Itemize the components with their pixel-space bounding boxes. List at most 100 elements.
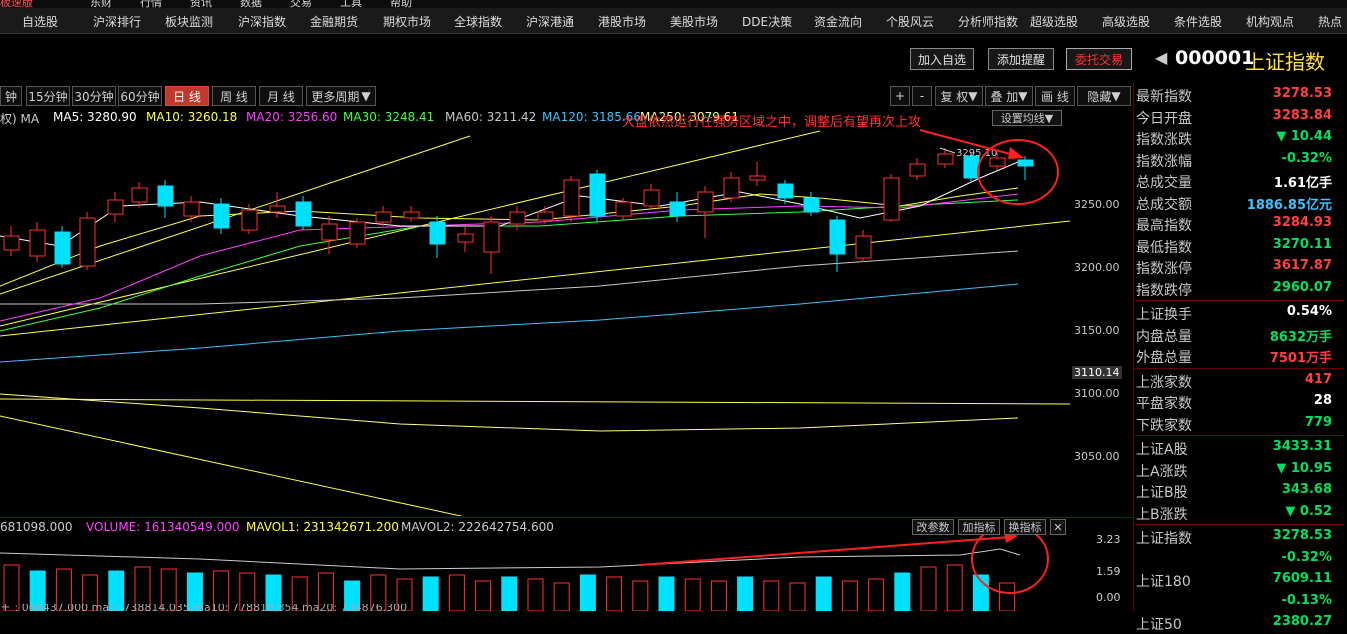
chevron-down-icon: ▼ — [1018, 89, 1028, 103]
add-watchlist-button[interactable]: 加入自选 — [910, 48, 974, 70]
top-strip-item[interactable]: 东财 — [90, 0, 112, 8]
candle[interactable] — [697, 186, 714, 238]
candle[interactable] — [183, 196, 200, 222]
top-strip-brand: 板速版 — [0, 0, 33, 8]
switch-indicator-button[interactable]: 换指标 — [1004, 519, 1046, 535]
top-strip-item[interactable]: 数据 — [240, 0, 262, 8]
candle[interactable] — [79, 212, 96, 270]
candle[interactable] — [349, 218, 366, 248]
candle[interactable] — [803, 192, 820, 216]
ma-settings-button[interactable]: 设置均线 ▼ — [992, 110, 1062, 126]
menu-item-index[interactable]: 沪深指数 — [238, 13, 286, 30]
volume-bar — [448, 574, 465, 611]
period-30min[interactable]: 30分钟 — [72, 86, 116, 106]
top-strip-item[interactable]: 工具 — [340, 0, 362, 8]
candle[interactable] — [937, 148, 954, 168]
candle[interactable] — [909, 158, 926, 180]
add-indicator-button[interactable]: 加指标 — [958, 519, 1000, 535]
quote-row: 上证换手 0.54% — [1134, 302, 1344, 323]
menu-item-hk[interactable]: 港股市场 — [598, 13, 646, 30]
quote-value: 3617.87 — [1272, 258, 1332, 273]
candle[interactable] — [855, 230, 872, 262]
quote-value: ▼ 10.44 — [1276, 129, 1332, 144]
period-1min[interactable]: 钟 — [0, 86, 22, 106]
menu-item-global[interactable]: 全球指数 — [454, 13, 502, 30]
adjust-button[interactable]: 复 权 ▼ — [935, 86, 983, 106]
candle[interactable] — [54, 226, 71, 268]
menu-item-advselect[interactable]: 高级选股 — [1102, 13, 1150, 30]
change-param-button[interactable]: 改参数 — [912, 519, 954, 535]
volume-bar — [999, 582, 1016, 611]
add-alert-button[interactable]: 添加提醒 — [988, 48, 1054, 70]
menu-item-analyst[interactable]: 分析师指数 — [958, 13, 1018, 30]
top-strip-item[interactable]: 交易 — [290, 0, 312, 8]
candle[interactable] — [375, 206, 392, 226]
top-strip-item[interactable]: 资讯 — [190, 0, 212, 8]
menu-item-hot[interactable]: 热点 — [1318, 13, 1342, 30]
zoom-out-button[interactable]: - — [912, 86, 932, 106]
candle[interactable] — [3, 226, 20, 256]
candle[interactable] — [883, 174, 900, 222]
candle[interactable] — [457, 226, 474, 252]
candle[interactable] — [483, 216, 500, 274]
overlay-button[interactable]: 叠 加 ▼ — [985, 86, 1033, 106]
zoom-in-button[interactable]: + — [890, 86, 910, 106]
quote-label: 上证B股 — [1136, 485, 1188, 501]
volume-bar — [868, 578, 885, 611]
menu-item-stockrisk[interactable]: 个股风云 — [886, 13, 934, 30]
candle[interactable] — [589, 170, 606, 222]
quote-value: 3433.31 — [1272, 439, 1332, 454]
quote-row: 上B涨跌 ▼ 0.52 — [1134, 502, 1344, 523]
back-arrow-icon[interactable]: ◀ — [1155, 48, 1167, 67]
hide-button[interactable]: 隐藏 ▼ — [1077, 86, 1131, 106]
quote-label: 上证50 — [1136, 617, 1182, 633]
menu-item-dde[interactable]: DDE决策 — [742, 13, 792, 30]
candle[interactable] — [107, 192, 124, 222]
volume-bar — [920, 566, 937, 611]
candle[interactable] — [321, 216, 338, 254]
quote-label: 上A涨跌 — [1136, 463, 1188, 480]
candle[interactable] — [295, 196, 312, 230]
candle[interactable] — [131, 182, 148, 208]
menu-item-superselect[interactable]: 超级选股 — [1030, 13, 1078, 30]
candlestick-chart[interactable]: 3295.10 — [0, 126, 1070, 516]
candle[interactable] — [213, 198, 230, 234]
quote-row: 最新指数 3278.53 — [1134, 84, 1344, 105]
period-more[interactable]: 更多周期 ▼ — [306, 86, 376, 106]
period-monthly[interactable]: 月 线 — [259, 86, 303, 106]
candle[interactable] — [157, 180, 174, 218]
menu-item-futures[interactable]: 金融期货 — [310, 13, 358, 30]
period-15min[interactable]: 15分钟 — [26, 86, 70, 106]
menu-item-options[interactable]: 期权市场 — [383, 13, 431, 30]
price-tick: 3250.00 — [1074, 198, 1120, 211]
volume-chart[interactable]: 3.23 1.59 0.00 — [0, 535, 1133, 611]
quote-label: 上证A股 — [1136, 442, 1188, 458]
candle[interactable] — [403, 206, 420, 222]
period-60min[interactable]: 60分钟 — [118, 86, 162, 106]
period-daily[interactable]: 日 线 — [165, 86, 209, 106]
close-icon[interactable]: ✕ — [1050, 519, 1066, 535]
menu-item-us[interactable]: 美股市场 — [670, 13, 718, 30]
candle[interactable] — [429, 216, 446, 258]
menu-item-watchlist[interactable]: 自选股 — [22, 13, 58, 30]
draw-line-button[interactable]: 画 线 — [1035, 86, 1075, 106]
candle[interactable] — [723, 172, 740, 202]
period-weekly[interactable]: 周 线 — [212, 86, 256, 106]
candle[interactable] — [669, 192, 686, 222]
candle[interactable] — [29, 222, 46, 262]
menu-item-ranking[interactable]: 沪深排行 — [93, 13, 141, 30]
candle[interactable] — [1017, 156, 1034, 180]
menu-item-sector[interactable]: 板块监测 — [165, 13, 213, 30]
candle[interactable] — [269, 192, 286, 218]
top-strip-item[interactable]: 行情 — [140, 0, 162, 8]
candle[interactable] — [615, 198, 632, 220]
candle[interactable] — [749, 162, 766, 186]
menu-item-institution[interactable]: 机构观点 — [1246, 13, 1294, 30]
trade-button[interactable]: 委托交易 — [1066, 48, 1132, 70]
menu-item-connect[interactable]: 沪深港通 — [526, 13, 574, 30]
candle[interactable] — [563, 176, 580, 222]
menu-item-condselect[interactable]: 条件选股 — [1174, 13, 1222, 30]
top-strip-item[interactable]: 帮助 — [390, 0, 412, 8]
menu-item-fundflow[interactable]: 资金流向 — [814, 13, 862, 30]
candle[interactable] — [643, 184, 660, 210]
